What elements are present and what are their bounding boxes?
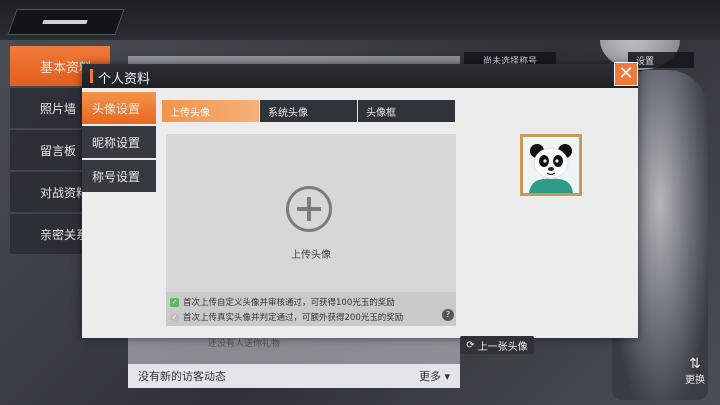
- profile-dialog: 个人资料 ✕ 头像设置 昵称设置 称号设置 上传头像 系统头像 头像框 上传头像…: [82, 62, 638, 354]
- upload-label: 上传头像: [291, 250, 331, 261]
- visitor-footer: 没有新的访客动态 更多 ▾: [128, 364, 460, 388]
- swap-icon: ⇅: [689, 356, 701, 372]
- tab-system-avatar[interactable]: 系统头像: [260, 100, 357, 122]
- dialog-header: 个人资料: [82, 64, 638, 88]
- check-icon: ✓: [170, 312, 179, 322]
- tab-title-settings[interactable]: 称号设置: [82, 160, 156, 192]
- tab-nickname-settings[interactable]: 昵称设置: [82, 126, 156, 158]
- tab-upload-avatar[interactable]: 上传头像: [162, 100, 259, 122]
- plus-icon[interactable]: [286, 186, 332, 232]
- close-icon[interactable]: ✕: [614, 62, 638, 86]
- refresh-icon: ⟳: [466, 339, 475, 351]
- tab-avatar-settings[interactable]: 头像设置: [82, 92, 156, 124]
- dialog-title: 个人资料: [98, 72, 151, 87]
- panda-icon: [523, 137, 579, 193]
- dialog-side-tabs: 头像设置 昵称设置 称号设置: [82, 92, 156, 194]
- previous-avatar-button[interactable]: ⟳ 上一张头像: [460, 336, 534, 354]
- back-button[interactable]: [7, 9, 125, 35]
- visitor-status-text: 没有新的访客动态: [138, 370, 226, 383]
- swap-character-button[interactable]: ⇅ 更换: [680, 352, 710, 386]
- back-arrow-icon: [42, 20, 88, 24]
- avatar-sub-tabs: 上传头像 系统头像 头像框: [162, 100, 456, 122]
- more-button[interactable]: 更多 ▾: [419, 368, 450, 384]
- panda-avatar: [523, 137, 579, 193]
- header-accent-mark: [90, 69, 93, 83]
- top-bar: [0, 0, 720, 40]
- notice-row-real: ✓ 首次上传真实头像并判定通过，可额外获得200光玉的奖励: [170, 312, 404, 323]
- swap-label: 更换: [685, 375, 705, 386]
- current-avatar: [520, 134, 582, 196]
- tab-avatar-frame[interactable]: 头像框: [358, 100, 455, 122]
- notice-row-custom: ✓ 首次上传自定义头像并审核通过，可获得100光玉的奖励: [170, 297, 395, 308]
- help-icon[interactable]: ?: [442, 309, 454, 321]
- check-icon: ✓: [170, 297, 179, 307]
- reward-notice: ✓ 首次上传自定义头像并审核通过，可获得100光玉的奖励 ✓ 首次上传真实头像并…: [166, 292, 456, 326]
